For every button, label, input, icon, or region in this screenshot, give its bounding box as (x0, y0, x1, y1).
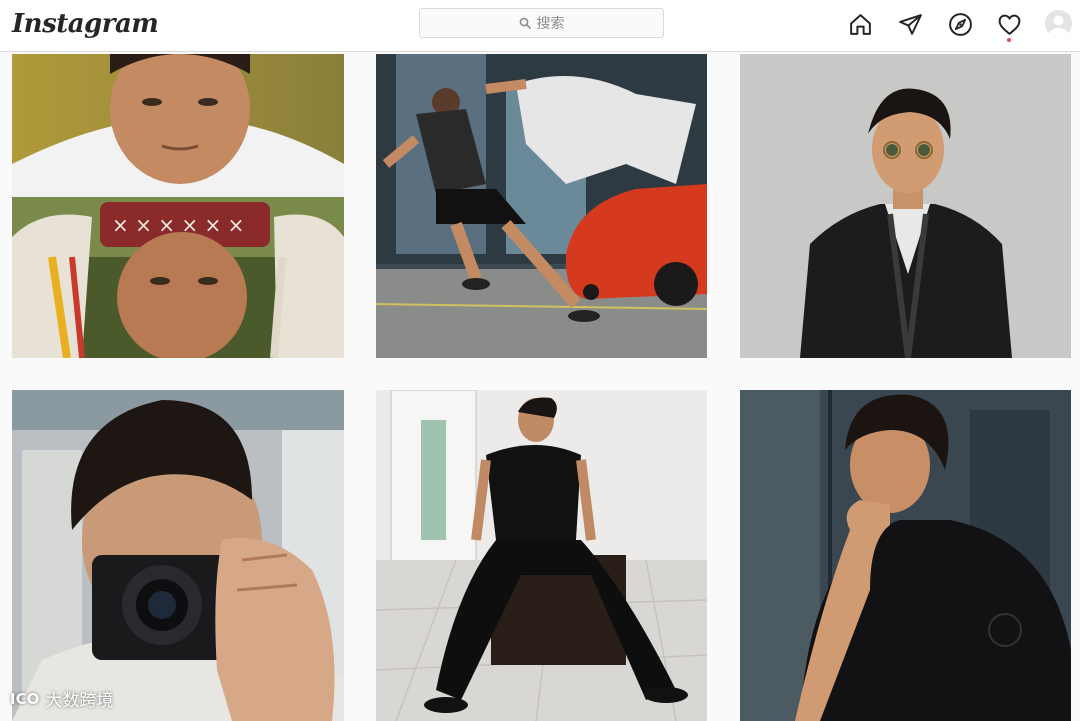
home-button[interactable] (846, 10, 874, 38)
watermark-logo: ICO (10, 689, 40, 708)
avatar-silhouette-icon (1045, 10, 1072, 37)
post-1-image-top[interactable] (12, 54, 344, 197)
post-2-image[interactable] (376, 54, 707, 358)
explore-icon (948, 12, 972, 36)
home-icon (849, 13, 871, 35)
search-input[interactable]: 搜索 (419, 8, 664, 38)
activity-heart-icon (998, 14, 1020, 35)
post-1-image-bottom[interactable]: × × × × × × (12, 197, 344, 358)
profile-avatar[interactable] (1045, 10, 1072, 37)
post-5-image[interactable] (376, 390, 707, 721)
activity-button[interactable] (995, 10, 1023, 38)
notification-dot (1007, 38, 1011, 42)
post-4-image[interactable] (12, 390, 344, 721)
direct-messages-button[interactable] (896, 10, 924, 38)
instagram-logo[interactable]: Instagram (12, 4, 159, 44)
post-6-image[interactable] (740, 390, 1071, 721)
post-3-image[interactable] (740, 54, 1071, 358)
watermark: ICO 大数跨境 (10, 686, 114, 712)
top-navigation-bar: Instagram 搜索 (0, 0, 1080, 52)
watermark-text: 大数跨境 (45, 691, 114, 711)
explore-button[interactable] (946, 10, 974, 38)
search-icon (519, 17, 531, 29)
direct-icon (898, 13, 922, 35)
search-placeholder: 搜索 (536, 16, 565, 32)
